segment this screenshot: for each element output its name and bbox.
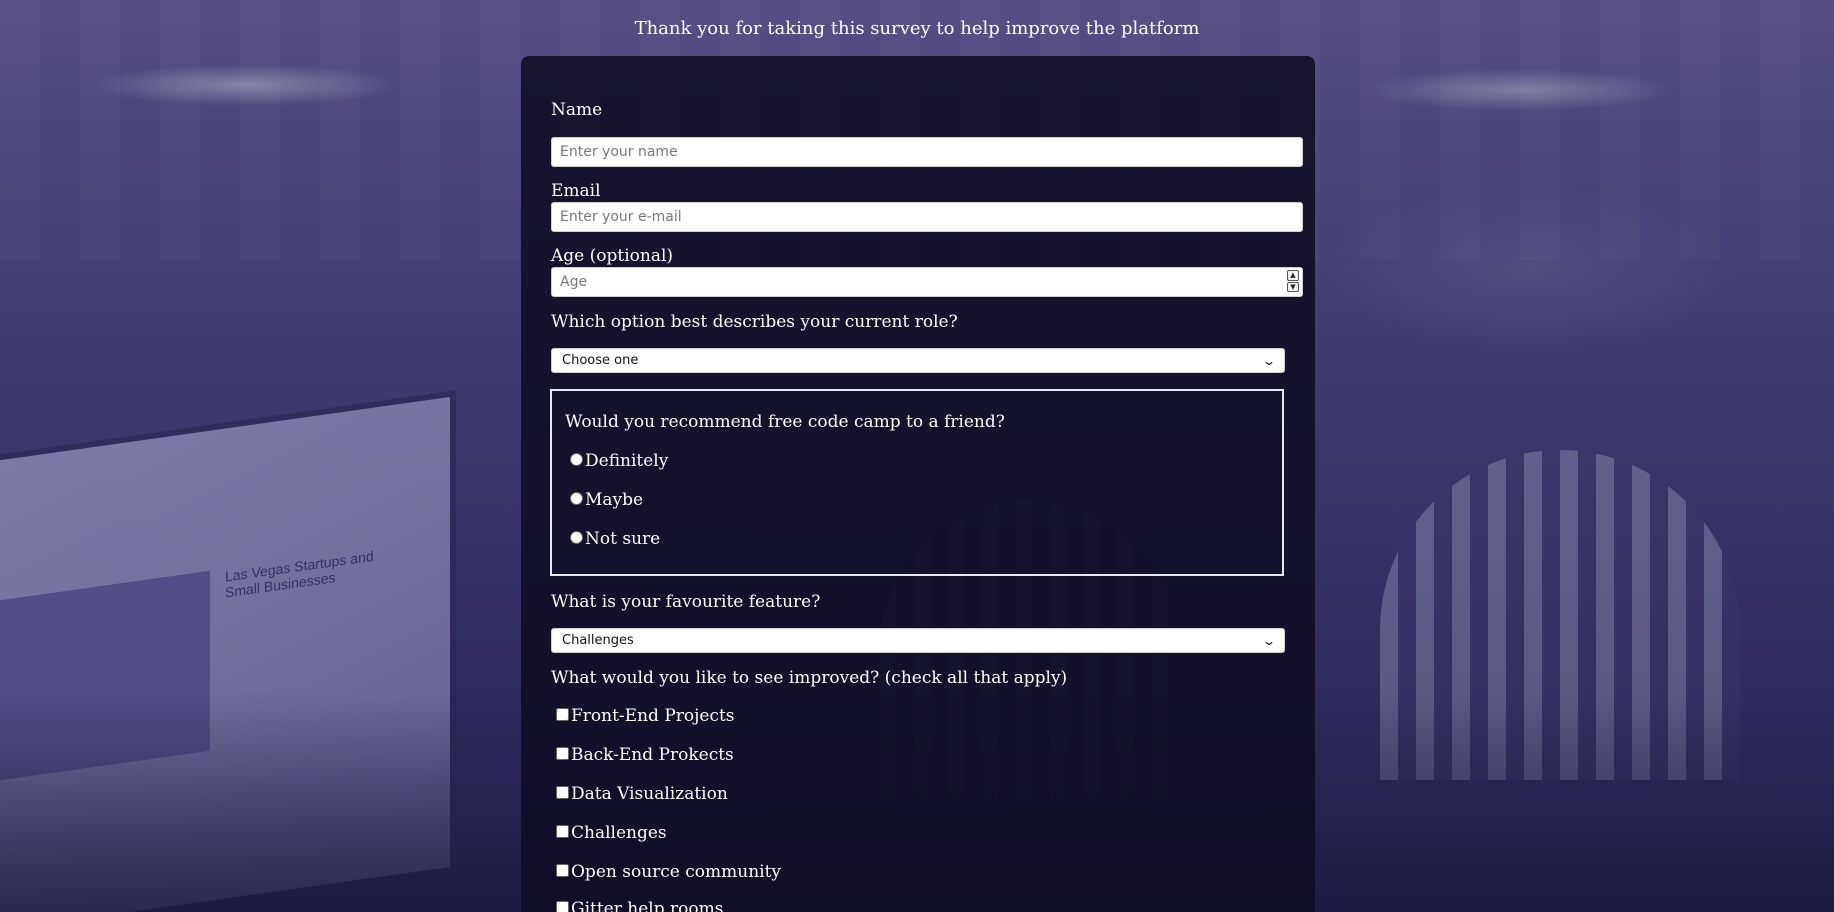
- checkbox-label: Challenges: [571, 823, 667, 843]
- name-input[interactable]: [551, 137, 1303, 167]
- checkbox-label: Back-End Prokects: [571, 745, 734, 765]
- improve-question: What would you like to see improved? (ch…: [551, 668, 1068, 688]
- checkbox[interactable]: [556, 863, 569, 877]
- radio-button[interactable]: [570, 452, 583, 466]
- checkbox-open-source-community[interactable]: Open source community: [556, 862, 781, 882]
- role-select[interactable]: Choose one ⌄: [551, 348, 1285, 373]
- age-input[interactable]: [551, 267, 1303, 297]
- checkbox-label: Data Visualization: [571, 784, 728, 804]
- checkbox-label: Open source community: [571, 862, 782, 882]
- feature-select[interactable]: Challenges ⌄: [551, 628, 1285, 653]
- page-subtitle: Thank you for taking this survey to help…: [634, 18, 1200, 39]
- checkbox-gitter-help-rooms[interactable]: Gitter help rooms: [556, 899, 723, 912]
- age-field: ▲ ▼: [551, 267, 1303, 297]
- role-select-value: Choose one: [562, 353, 639, 368]
- stepper-up-icon[interactable]: ▲: [1287, 270, 1299, 281]
- checkbox-front-end-projects[interactable]: Front-End Projects: [556, 706, 735, 726]
- recommend-question: Would you recommend free code camp to a …: [565, 412, 1005, 432]
- email-input[interactable]: [551, 202, 1303, 232]
- name-label: Name: [551, 100, 603, 120]
- radio-option-maybe[interactable]: Maybe: [570, 490, 643, 510]
- radio-option-label: Maybe: [585, 490, 644, 510]
- radio-button[interactable]: [570, 530, 583, 544]
- checkbox[interactable]: [556, 707, 569, 721]
- checkbox[interactable]: [556, 824, 569, 838]
- stepper-down-icon[interactable]: ▼: [1287, 281, 1299, 292]
- role-question: Which option best describes your current…: [551, 312, 958, 332]
- radio-option-definitely[interactable]: Definitely: [570, 451, 668, 471]
- checkbox[interactable]: [556, 746, 569, 760]
- checkbox-label: Gitter help rooms: [571, 899, 724, 912]
- feature-question: What is your favourite feature?: [551, 592, 821, 612]
- email-label: Email: [551, 181, 601, 201]
- checkbox[interactable]: [556, 785, 569, 799]
- checkbox-back-end-projects[interactable]: Back-End Prokects: [556, 745, 734, 765]
- checkbox-label: Front-End Projects: [571, 706, 735, 726]
- chevron-down-icon: ⌄: [1261, 633, 1277, 648]
- feature-select-value: Challenges: [562, 633, 634, 648]
- age-label: Age (optional): [551, 246, 674, 266]
- checkbox-challenges[interactable]: Challenges: [556, 823, 667, 843]
- radio-option-label: Not sure: [585, 529, 661, 549]
- chevron-down-icon: ⌄: [1261, 353, 1277, 368]
- radio-option-not-sure[interactable]: Not sure: [570, 529, 660, 549]
- age-stepper[interactable]: ▲ ▼: [1287, 270, 1299, 292]
- radio-option-label: Definitely: [585, 451, 669, 471]
- radio-button[interactable]: [570, 491, 583, 505]
- checkbox[interactable]: [556, 900, 569, 912]
- checkbox-data-visualization[interactable]: Data Visualization: [556, 784, 728, 804]
